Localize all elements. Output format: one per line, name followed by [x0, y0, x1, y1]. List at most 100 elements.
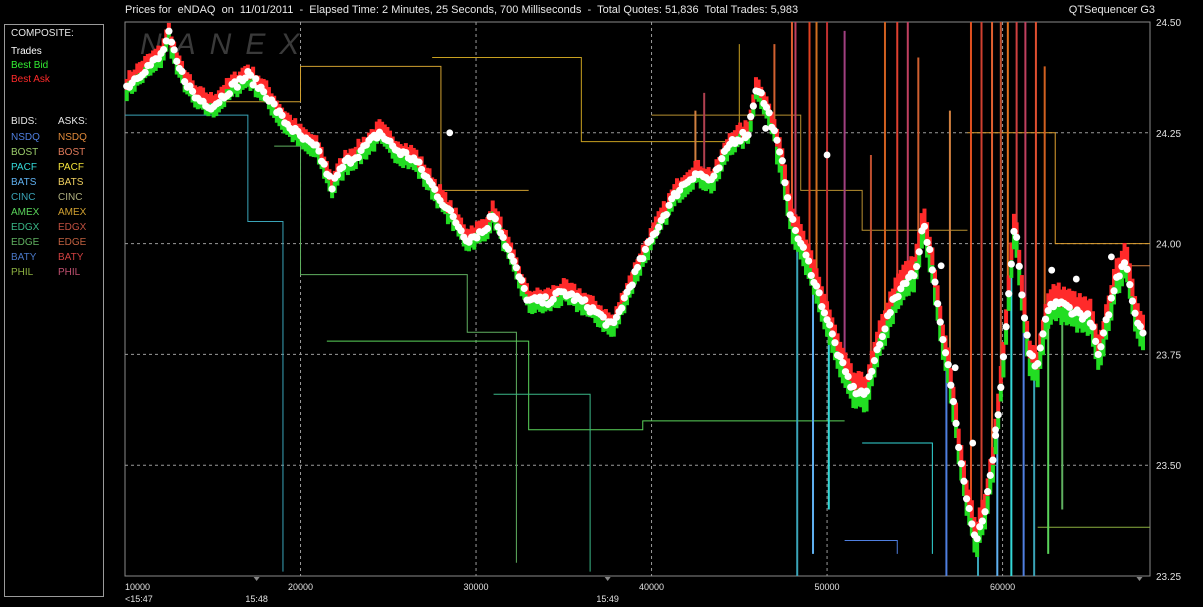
- best-ask-mark: [1019, 275, 1024, 293]
- trade-point: [757, 89, 765, 97]
- trade-point: [339, 163, 347, 171]
- trade-point: [1034, 360, 1042, 368]
- trade-point: [941, 349, 950, 357]
- trade-point: [1041, 315, 1050, 323]
- trade-point: [862, 387, 871, 395]
- trade-point: [504, 245, 513, 253]
- trade-point: [1007, 260, 1015, 268]
- trade-point: [483, 224, 492, 233]
- trade-point: [1131, 309, 1139, 317]
- trade-point: [320, 160, 328, 168]
- trade-point: [1005, 290, 1013, 298]
- y-tick-label: 24.25: [1156, 129, 1181, 140]
- trade-point: [1091, 337, 1100, 345]
- trade-point: [915, 248, 923, 256]
- trade-point: [781, 179, 789, 187]
- trade-point: [910, 272, 918, 280]
- trade-point: [744, 131, 752, 139]
- trade-point: [789, 215, 797, 223]
- trade-point: [188, 87, 197, 95]
- trade-point: [260, 88, 268, 96]
- best-ask-mark: [443, 192, 448, 204]
- trade-point: [1139, 329, 1147, 337]
- trade-point: [1013, 233, 1021, 241]
- trade-point: [710, 172, 718, 180]
- best-bid-mark: [993, 436, 998, 455]
- trade-point: [167, 38, 176, 46]
- trade-point: [165, 27, 173, 35]
- trade-point: [1120, 259, 1129, 267]
- trade-point: [639, 254, 647, 263]
- trade-point: [960, 477, 968, 485]
- trade-point: [828, 330, 836, 338]
- trade-point: [997, 383, 1005, 391]
- y-tick-label: 24.00: [1156, 240, 1181, 251]
- x-time-label: 15:48: [245, 594, 268, 604]
- trade-point: [328, 185, 336, 193]
- trade-point: [973, 535, 981, 543]
- trade-point: [449, 213, 457, 221]
- trade-point: [1128, 297, 1137, 305]
- trade-point: [491, 215, 499, 223]
- trade-point: [178, 67, 186, 75]
- trade-point: [776, 148, 784, 156]
- trade-point: [1023, 331, 1031, 339]
- trade-point: [978, 517, 986, 525]
- trade-point: [225, 90, 234, 98]
- x-tick-label: 10000: [125, 582, 150, 592]
- y-tick-label: 23.75: [1156, 350, 1181, 361]
- trade-point: [989, 456, 997, 464]
- trade-point: [173, 57, 181, 65]
- trade-point: [633, 263, 642, 272]
- x-tick-label: 20000: [288, 582, 313, 592]
- trade-point: [1099, 329, 1108, 337]
- trade-point: [665, 201, 673, 209]
- time-marker: [1136, 577, 1143, 581]
- x-tick-label: 40000: [639, 582, 664, 592]
- y-tick-label: 24.50: [1156, 18, 1181, 29]
- trade-point: [957, 460, 965, 468]
- trade-point: [870, 356, 879, 365]
- trade-point: [1126, 281, 1134, 289]
- trade-point: [928, 266, 936, 274]
- trade-point: [749, 102, 757, 110]
- trade-point: [233, 83, 241, 91]
- time-marker: [604, 577, 611, 581]
- trade-point: [1089, 323, 1097, 331]
- trade-point: [1123, 265, 1131, 273]
- y-tick-label: 23.50: [1156, 461, 1181, 472]
- trade-point: [894, 292, 902, 301]
- trade-point: [270, 100, 278, 108]
- trade-point: [849, 382, 857, 391]
- trade-point: [549, 295, 557, 303]
- trade-point: [662, 210, 671, 219]
- trade-point: [1002, 323, 1010, 331]
- trade-point: [541, 293, 549, 301]
- trade-point: [1065, 303, 1073, 311]
- trade-point: [931, 278, 939, 286]
- trade-point: [718, 155, 726, 163]
- trade-point: [141, 68, 149, 76]
- trade-point: [747, 113, 755, 121]
- trade-point: [912, 262, 921, 271]
- trade-point: [1072, 275, 1080, 283]
- price-chart: NANEX 23.2523.5023.7524.0024.2524.501000…: [123, 18, 1181, 604]
- trade-point: [1015, 262, 1023, 270]
- trade-point: [951, 364, 959, 372]
- trade-point: [818, 303, 826, 311]
- trade-point: [844, 372, 852, 381]
- trade-point: [999, 353, 1008, 361]
- trade-point: [641, 245, 649, 254]
- trade-point: [952, 419, 960, 427]
- x-time-label: <15:47: [125, 594, 153, 604]
- y-tick-label: 23.25: [1156, 572, 1181, 583]
- trade-point: [984, 488, 992, 496]
- trade-point: [778, 157, 786, 165]
- trade-point: [992, 426, 999, 434]
- trade-point: [1110, 287, 1118, 295]
- trade-point: [881, 325, 889, 333]
- trade-point: [815, 289, 823, 297]
- trade-point: [820, 309, 829, 317]
- trade-point: [354, 153, 363, 162]
- trade-point: [807, 271, 815, 280]
